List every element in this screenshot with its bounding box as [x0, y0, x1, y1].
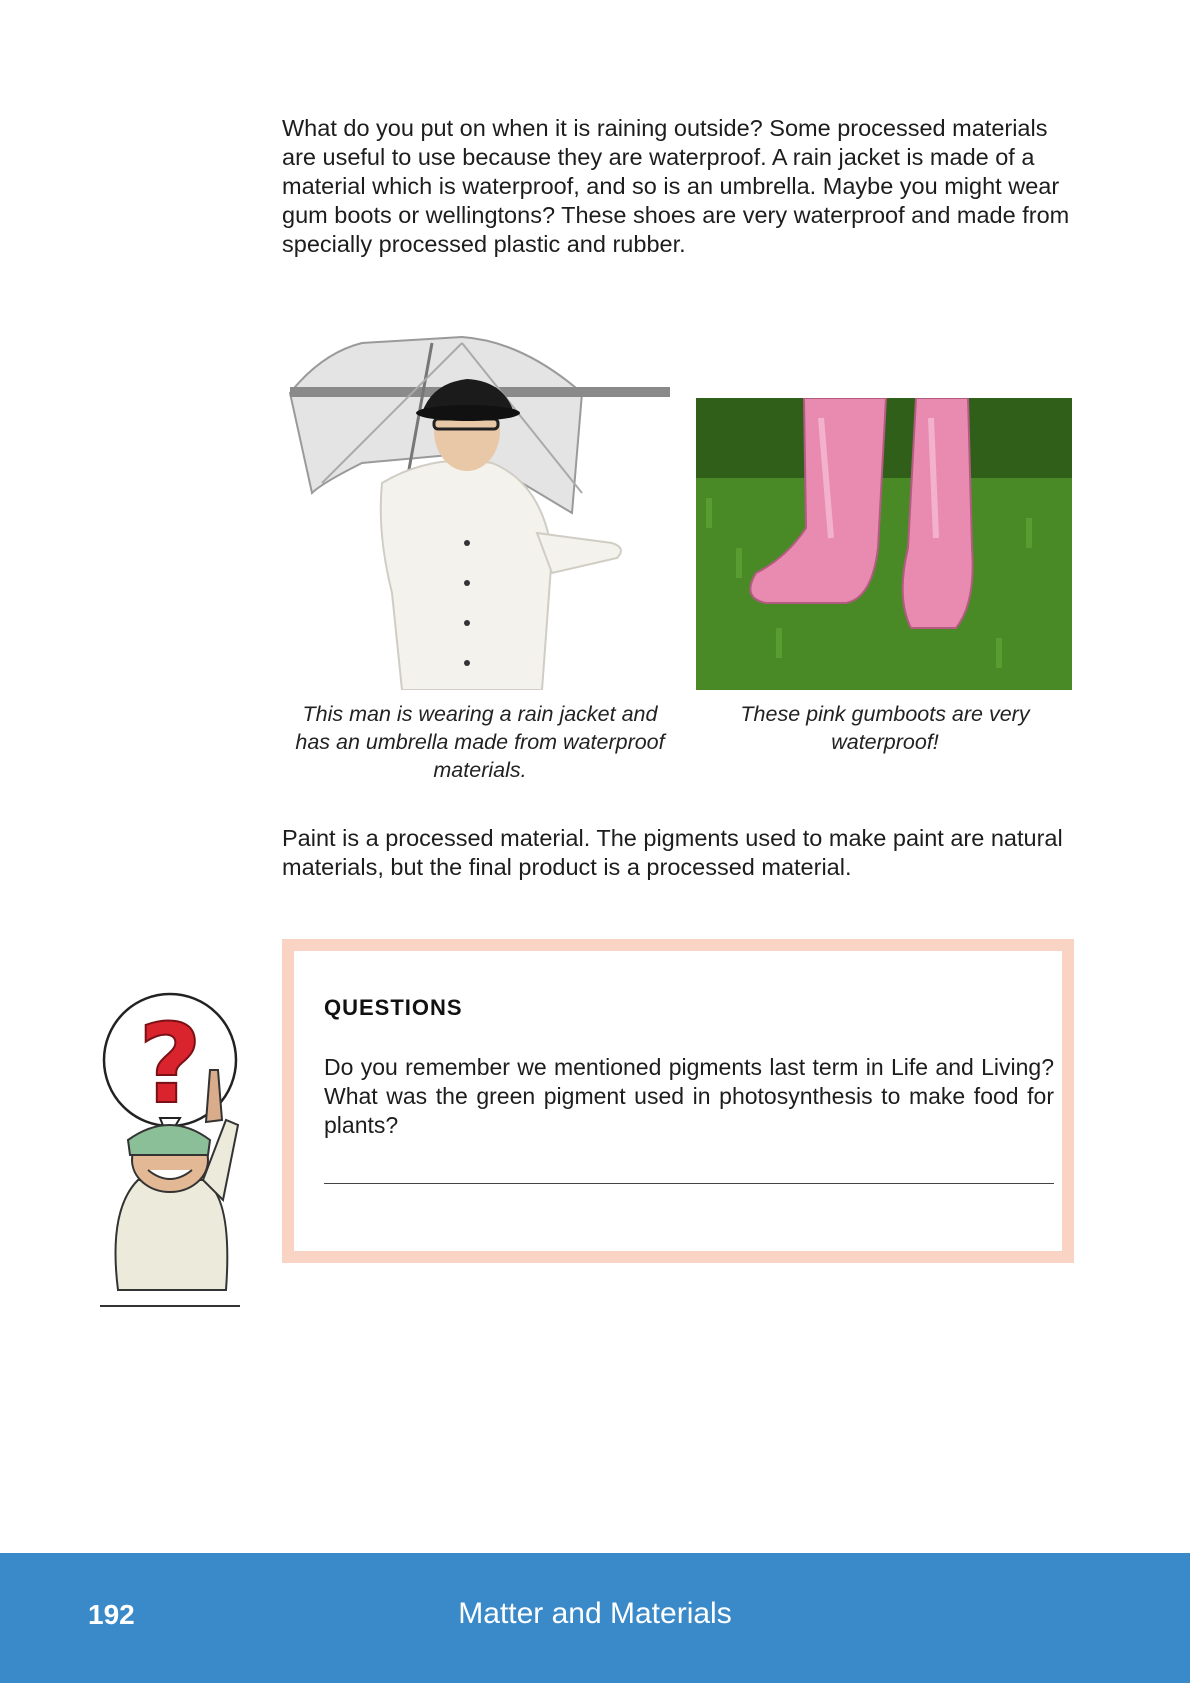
paint-paragraph: Paint is a processed material. The pigme…: [282, 825, 1063, 880]
questions-heading: QUESTIONS: [324, 995, 463, 1020]
answer-line[interactable]: [324, 1183, 1054, 1184]
page-footer: 192 Matter and Materials: [0, 1553, 1190, 1683]
gumboots-caption: These pink gumboots are very waterproof!: [740, 702, 1030, 754]
svg-text:?: ?: [138, 1000, 202, 1128]
rain-jacket-umbrella-photo: [282, 333, 670, 690]
pink-gumboots-photo: [696, 398, 1072, 690]
chapter-title: Matter and Materials: [458, 1597, 732, 1630]
question-mascot-icon: ?: [98, 990, 248, 1308]
question-text: Do you remember we mentioned pigments la…: [324, 1054, 1054, 1138]
questions-box: QUESTIONS Do you remember we mentioned p…: [282, 939, 1074, 1263]
intro-paragraph: What do you put on when it is raining ou…: [282, 115, 1070, 257]
rain-jacket-caption: This man is wearing a rain jacket and ha…: [295, 702, 665, 782]
